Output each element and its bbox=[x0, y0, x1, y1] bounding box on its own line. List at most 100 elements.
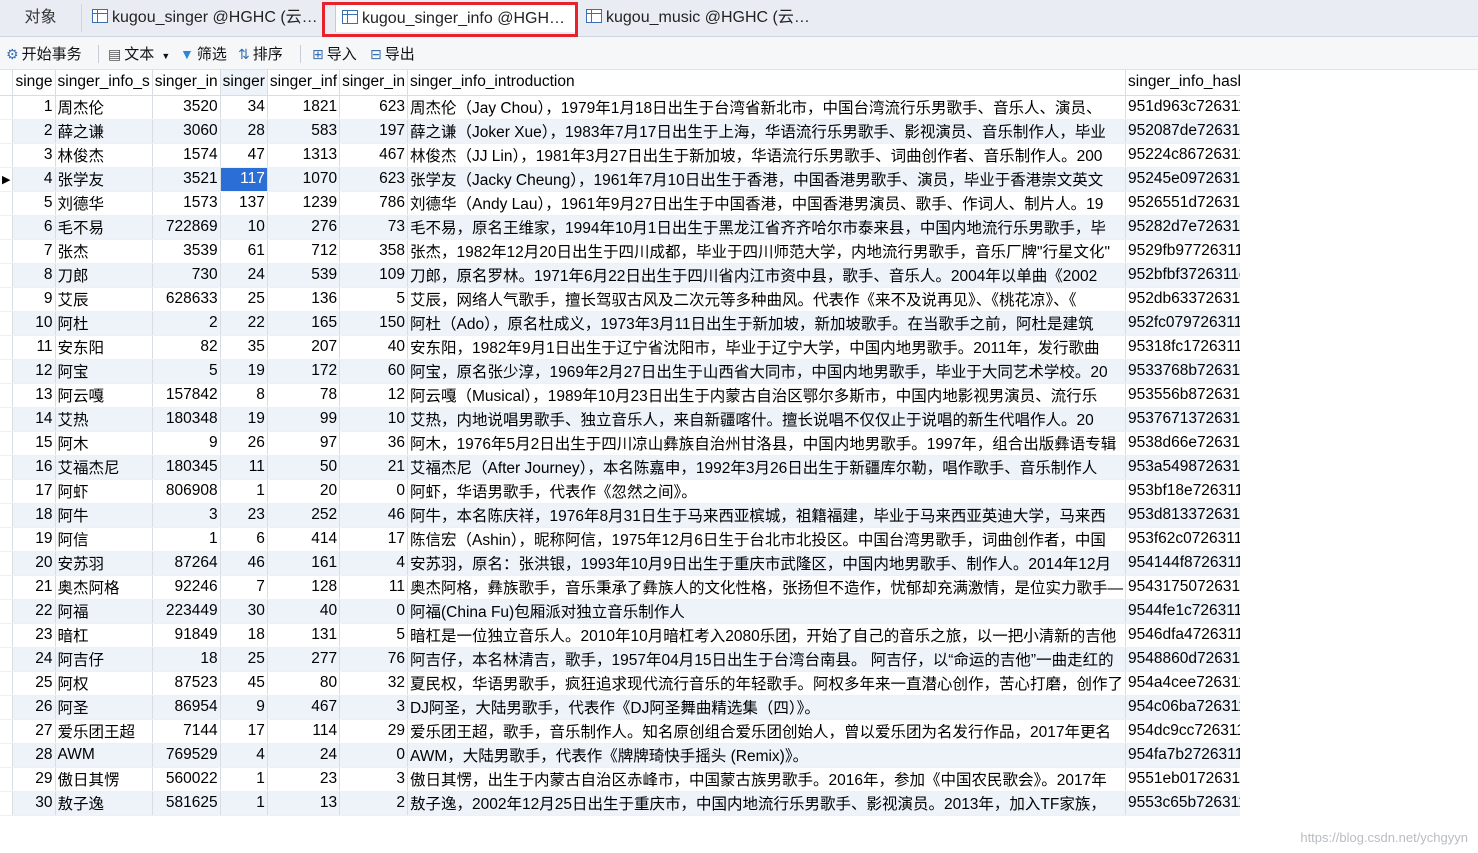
table-cell[interactable]: 周杰伦（Jay Chou），1979年1月18日出生于台湾省新北市，中国台湾流行… bbox=[407, 95, 1127, 120]
begin-transaction-button[interactable]: ⚙ 开始事务 bbox=[6, 43, 82, 65]
table-cell[interactable]: 暗杠 bbox=[55, 623, 153, 648]
table-cell[interactable]: 953556b8726311e9b bbox=[1125, 383, 1240, 408]
table-cell[interactable]: 阿福(China Fu)包厢派对独立音乐制作人 bbox=[407, 599, 1127, 624]
table-row[interactable]: 29 傲日其愣 560022 1 23 3 傲日其愣，出生于内蒙古自治区赤峰市，中国蒙古族男… bbox=[0, 767, 1240, 792]
table-cell[interactable]: 60 bbox=[339, 359, 408, 384]
filter-button[interactable]: ▼ 筛选 bbox=[180, 43, 227, 65]
table-cell[interactable]: 806908 bbox=[152, 479, 221, 504]
table-row[interactable]: 24 阿吉仔 18 25 277 76 阿吉仔，本名林清吉，歌手，1957年04月15日出生… bbox=[0, 647, 1240, 672]
table-cell[interactable]: 86954 bbox=[152, 695, 221, 720]
table-cell[interactable]: 628633 bbox=[152, 287, 221, 312]
table-cell[interactable]: 150 bbox=[339, 311, 408, 336]
table-cell[interactable]: 45 bbox=[220, 671, 268, 696]
table-cell[interactable]: 954a4cee726311e9b bbox=[1125, 671, 1240, 696]
table-cell[interactable]: 3 bbox=[12, 143, 56, 168]
table-cell[interactable]: 128 bbox=[267, 575, 341, 600]
table-cell[interactable]: 20 bbox=[12, 551, 56, 576]
table-cell[interactable]: 22 bbox=[12, 599, 56, 624]
table-cell[interactable]: 阿吉仔，本名林清吉，歌手，1957年04月15日出生于台湾台南县。 阿吉仔，以“… bbox=[407, 647, 1127, 672]
table-cell[interactable]: 50 bbox=[267, 455, 341, 480]
table-cell[interactable]: 12 bbox=[12, 359, 56, 384]
table-cell[interactable]: 161 bbox=[267, 551, 341, 576]
table-cell[interactable]: 1 bbox=[220, 767, 268, 792]
table-cell[interactable]: 47 bbox=[220, 143, 268, 168]
table-row[interactable]: 16 艾福杰尼 180345 11 50 21 艾福杰尼（After Journey），本名… bbox=[0, 455, 1240, 480]
export-button[interactable]: ⊟ 导出 bbox=[370, 43, 415, 65]
table-cell[interactable]: 34 bbox=[220, 95, 268, 120]
table-cell[interactable]: 954144f8726311e9b bbox=[1125, 551, 1240, 576]
table-row[interactable]: 26 阿圣 86954 9 467 3 DJ阿圣，大陆男歌手，代表作《DJ阿圣舞曲精选集（四… bbox=[0, 695, 1240, 720]
table-cell[interactable]: 15 bbox=[12, 431, 56, 456]
table-row[interactable]: 3 林俊杰 1574 47 1313 467 林俊杰（JJ Lin），1981年3月27日出… bbox=[0, 143, 1240, 168]
table-cell[interactable]: 陈信宏（Ashin），昵称阿信，1975年12月6日生于台北市北投区。中国台湾男… bbox=[407, 527, 1127, 552]
table-cell[interactable]: 周杰伦 bbox=[55, 95, 153, 120]
table-cell[interactable]: 敖子逸，2002年12月25日出生于重庆市，中国内地流行乐男歌手、影视演员。20… bbox=[407, 791, 1127, 816]
table-cell[interactable]: 阿圣 bbox=[55, 695, 153, 720]
table-cell[interactable]: 165 bbox=[267, 311, 341, 336]
table-cell[interactable]: 奥杰阿格，彝族歌手，音乐秉承了彝族人的文化性格，张扬但不造作，忧郁却充满激情，是… bbox=[407, 575, 1127, 600]
table-cell[interactable]: 5 bbox=[152, 359, 221, 384]
table-cell[interactable]: 薛之谦（Joker Xue），1983年7月17日出生于上海，华语流行乐男歌手、… bbox=[407, 119, 1127, 144]
column-header[interactable]: singer_in bbox=[152, 70, 221, 96]
table-cell[interactable]: 953f62c0726311e9b bbox=[1125, 527, 1240, 552]
table-cell[interactable]: 7 bbox=[220, 575, 268, 600]
table-cell[interactable]: 9544fe1c726311e9b bbox=[1125, 599, 1240, 624]
table-cell[interactable]: 95224c86726311e9b bbox=[1125, 143, 1240, 168]
table-cell[interactable]: 艾辰，网络人气歌手，擅长驾驭古风及二次元等多种曲风。代表作《来不及说再见》、《桃… bbox=[407, 287, 1127, 312]
table-cell[interactable]: 刀郎，原名罗林。1971年6月22日出生于四川省内江市资中县，歌手、音乐人。20… bbox=[407, 263, 1127, 288]
table-cell[interactable]: 2 bbox=[339, 791, 408, 816]
table-cell[interactable]: 95282d7e726311e9b bbox=[1125, 215, 1240, 240]
table-cell[interactable]: 23 bbox=[220, 503, 268, 528]
table-cell[interactable]: 78 bbox=[267, 383, 341, 408]
table-row[interactable]: 28 AWM 769529 4 24 0 AWM，大陆男歌手，代表作《牌牌琦快手摇头 (Re… bbox=[0, 743, 1240, 768]
table-cell[interactable]: 583 bbox=[267, 119, 341, 144]
tab-kugou-singer[interactable]: kugou_singer @HGHC (云服... bbox=[86, 4, 326, 32]
table-row[interactable]: 19 阿信 1 6 414 17 陈信宏（Ashin），昵称阿信，1975年12月6日生于台… bbox=[0, 527, 1240, 552]
table-cell[interactable]: 3 bbox=[152, 503, 221, 528]
table-cell[interactable]: 傲日其愣，出生于内蒙古自治区赤峰市，中国蒙古族男歌手。2016年，参加《中国农民… bbox=[407, 767, 1127, 792]
table-cell[interactable]: 730 bbox=[152, 263, 221, 288]
table-cell[interactable]: 180348 bbox=[152, 407, 221, 432]
table-cell[interactable]: 17 bbox=[339, 527, 408, 552]
table-cell[interactable]: 623 bbox=[339, 95, 408, 120]
table-cell[interactable]: 73 bbox=[339, 215, 408, 240]
table-cell[interactable]: 80 bbox=[267, 671, 341, 696]
table-cell[interactable]: 197 bbox=[339, 119, 408, 144]
table-cell[interactable]: 张学友（Jacky Cheung），1961年7月10日出生于香港，中国香港男歌… bbox=[407, 167, 1127, 192]
table-row[interactable]: 30 敖子逸 581625 1 13 2 敖子逸，2002年12月25日出生于重庆市，中国内… bbox=[0, 791, 1240, 816]
table-cell[interactable]: 136 bbox=[267, 287, 341, 312]
table-cell[interactable]: AWM bbox=[55, 743, 153, 768]
table-cell[interactable]: 32 bbox=[339, 671, 408, 696]
table-row[interactable]: 22 阿福 223449 30 40 0 阿福(China Fu)包厢派对独立音乐制作人 95… bbox=[0, 599, 1240, 624]
table-cell[interactable]: 954fa7b2726311e9b bbox=[1125, 743, 1240, 768]
table-cell[interactable]: 40 bbox=[339, 335, 408, 360]
table-cell[interactable]: 阿牛，本名陈庆祥，1976年8月31日生于马来西亚槟城，祖籍福建，毕业于马来西亚… bbox=[407, 503, 1127, 528]
table-cell[interactable]: 1 bbox=[12, 95, 56, 120]
table-cell[interactable]: 阿权 bbox=[55, 671, 153, 696]
table-cell[interactable]: 25 bbox=[12, 671, 56, 696]
table-row[interactable]: 5 刘德华 1573 137 1239 786 刘德华（Andy Lau），1961年9月2… bbox=[0, 191, 1240, 216]
table-row[interactable]: 7 张杰 3539 61 712 358 张杰，1982年12月20日出生于四川成都，毕业于… bbox=[0, 239, 1240, 264]
table-cell[interactable]: 95376713726311e9b bbox=[1125, 407, 1240, 432]
table-cell[interactable]: 3 bbox=[339, 767, 408, 792]
table-cell[interactable]: 30 bbox=[220, 599, 268, 624]
table-cell[interactable]: 223449 bbox=[152, 599, 221, 624]
table-cell[interactable]: 952fc079726311e9b bbox=[1125, 311, 1240, 336]
table-row[interactable]: 11 安东阳 82 35 207 40 安东阳，1982年9月1日出生于辽宁省沈阳市，毕业于… bbox=[0, 335, 1240, 360]
table-cell[interactable]: 358 bbox=[339, 239, 408, 264]
table-cell[interactable]: 9 bbox=[220, 695, 268, 720]
table-cell[interactable]: 13 bbox=[267, 791, 341, 816]
table-cell[interactable]: 阿福 bbox=[55, 599, 153, 624]
column-header[interactable]: singe bbox=[12, 70, 56, 96]
table-cell[interactable]: 毛不易 bbox=[55, 215, 153, 240]
table-cell[interactable]: 9538d66e726311e9b bbox=[1125, 431, 1240, 456]
table-cell[interactable]: 46 bbox=[339, 503, 408, 528]
table-cell[interactable]: 23 bbox=[12, 623, 56, 648]
table-cell[interactable]: 阿宝 bbox=[55, 359, 153, 384]
table-cell[interactable]: 91849 bbox=[152, 623, 221, 648]
table-cell[interactable]: 1070 bbox=[267, 167, 341, 192]
table-cell[interactable]: 172 bbox=[267, 359, 341, 384]
table-cell[interactable]: 953a5498726311e9b bbox=[1125, 455, 1240, 480]
table-cell[interactable]: 17 bbox=[220, 719, 268, 744]
table-cell[interactable]: 623 bbox=[339, 167, 408, 192]
